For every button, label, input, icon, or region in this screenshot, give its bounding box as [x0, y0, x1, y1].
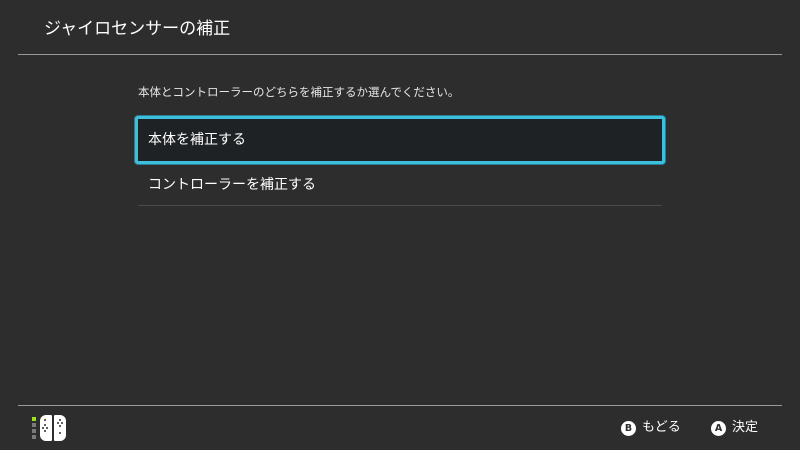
header-divider: [18, 54, 782, 55]
right-joycon-icon: [54, 415, 66, 441]
confirm-button[interactable]: A 決定: [711, 418, 758, 438]
option-label-console: 本体を補正する: [148, 132, 246, 148]
instruction-text: 本体とコントローラーのどちらを補正するか選んでください。: [138, 85, 460, 99]
player-led-2: [32, 423, 36, 427]
player-led-4: [32, 435, 36, 439]
a-button-icon: A: [711, 420, 726, 436]
player-led-3: [32, 429, 36, 433]
page-title: ジャイロセンサーの補正: [44, 19, 231, 39]
b-button-icon: B: [621, 420, 636, 436]
player-led-1: [32, 417, 36, 421]
left-joycon-icon: [40, 415, 52, 441]
back-button[interactable]: B もどる: [621, 418, 681, 438]
option-calibrate-controller[interactable]: コントローラーを補正する: [138, 164, 662, 206]
back-button-label: もどる: [642, 420, 681, 435]
option-label-controller: コントローラーを補正する: [148, 177, 316, 193]
footer: B もどる A 決定: [0, 406, 800, 450]
confirm-button-label: 決定: [732, 420, 759, 435]
joycon-pair-icon: [30, 415, 74, 445]
header: ジャイロセンサーの補正: [0, 0, 800, 54]
option-calibrate-console[interactable]: 本体を補正する: [135, 116, 665, 164]
